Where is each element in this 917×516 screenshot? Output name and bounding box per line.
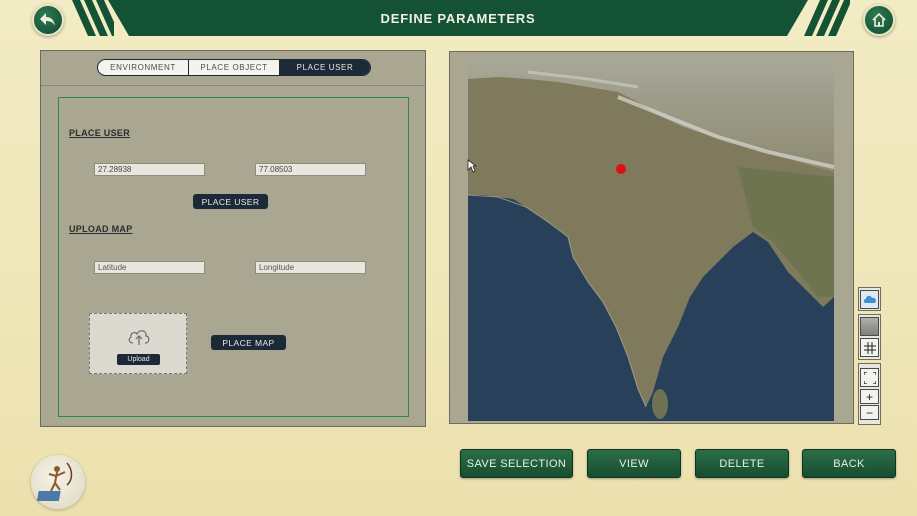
map-longitude-input[interactable] <box>255 261 366 274</box>
tab-place-object[interactable]: PLACE OBJECT <box>189 60 280 75</box>
grid-button[interactable] <box>860 338 879 357</box>
terrain-layer-button[interactable] <box>860 317 879 336</box>
place-user-button[interactable]: PLACE USER <box>193 194 268 209</box>
delete-button[interactable]: DELETE <box>695 449 789 478</box>
upload-map-heading: UPLOAD MAP <box>69 224 133 234</box>
tab-bar: ENVIRONMENT PLACE OBJECT PLACE USER <box>97 59 371 76</box>
archer-logo-icon <box>36 462 73 501</box>
cloud-upload-icon <box>128 330 150 345</box>
home-button[interactable] <box>863 4 895 36</box>
zoom-out-icon: − <box>865 405 873 420</box>
bottom-back-button[interactable]: BACK <box>802 449 896 478</box>
app-logo <box>31 455 85 509</box>
zoom-in-icon: + <box>865 389 873 404</box>
back-circle-button[interactable] <box>32 4 64 36</box>
back-arrow-icon <box>40 13 55 26</box>
map-panel <box>449 51 854 424</box>
fullscreen-button[interactable] <box>860 368 879 387</box>
fullscreen-icon <box>863 371 876 384</box>
user-latitude-input[interactable] <box>94 163 205 176</box>
tab-place-user[interactable]: PLACE USER <box>280 60 370 75</box>
cloud-layer-icon <box>863 295 876 303</box>
mouse-cursor-icon <box>467 159 477 173</box>
home-icon <box>872 12 886 27</box>
map-layer-satellite-group <box>858 287 881 311</box>
place-map-button[interactable]: PLACE MAP <box>211 335 286 350</box>
map-layer-group <box>858 314 881 360</box>
grid-icon <box>863 341 876 354</box>
page-title: DEFINE PARAMETERS <box>380 10 536 26</box>
upload-dropzone[interactable]: Upload <box>89 313 187 374</box>
user-longitude-input[interactable] <box>255 163 366 176</box>
user-location-marker <box>616 164 626 174</box>
zoom-in-button[interactable]: + <box>860 389 879 404</box>
save-selection-button[interactable]: SAVE SELECTION <box>460 449 573 478</box>
parameters-panel: ENVIRONMENT PLACE OBJECT PLACE USER PLAC… <box>40 50 426 427</box>
map-latitude-input[interactable] <box>94 261 205 274</box>
map-zoom-group: + − <box>858 363 881 425</box>
zoom-out-button[interactable]: − <box>860 405 879 420</box>
upload-label[interactable]: Upload <box>117 354 160 365</box>
place-user-heading: PLACE USER <box>69 128 131 138</box>
satellite-map[interactable] <box>468 57 834 421</box>
view-button[interactable]: VIEW <box>587 449 681 478</box>
header-stripes-right <box>804 0 850 36</box>
panel-divider <box>41 85 425 86</box>
header-stripes-left <box>72 0 114 36</box>
place-user-form: PLACE USER PLACE USER UPLOAD MAP Upload … <box>58 97 409 417</box>
map-imagery <box>468 57 834 421</box>
tab-environment[interactable]: ENVIRONMENT <box>98 60 189 75</box>
cloud-layer-button[interactable] <box>860 289 879 309</box>
